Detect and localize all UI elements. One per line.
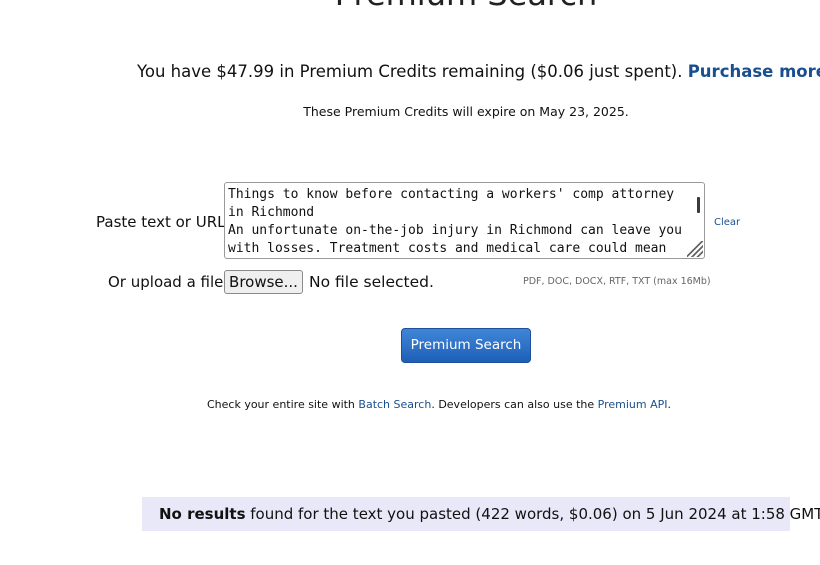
results-text: No results found for the text you pasted… [159, 505, 820, 524]
paste-text-label: Paste text or URL: [96, 213, 231, 231]
credits-expire-text: These Premium Credits will expire on May… [303, 104, 629, 119]
credits-summary: You have $47.99 in Premium Credits remai… [137, 61, 820, 83]
paste-text-area[interactable]: Things to know before contacting a worke… [224, 182, 705, 259]
browse-button[interactable]: Browse... [224, 270, 303, 294]
clear-link[interactable]: Clear [714, 216, 740, 230]
upload-file-label: Or upload a file: [108, 273, 229, 291]
paste-text-value: Things to know before contacting a worke… [228, 187, 682, 256]
textarea-scrollbar[interactable] [697, 197, 700, 213]
resize-grip-icon[interactable] [687, 241, 703, 257]
credits-text: You have $47.99 in Premium Credits remai… [137, 62, 683, 81]
purchase-more-link[interactable]: Purchase more... [688, 62, 820, 81]
batch-search-link[interactable]: Batch Search [358, 398, 431, 411]
results-bar: No results found for the text you pasted… [142, 497, 820, 531]
results-status: No results [159, 505, 246, 523]
premium-search-button[interactable]: Premium Search [401, 328, 531, 363]
file-status-text: No file selected. [309, 273, 434, 291]
page-title: Premium Search [0, 0, 820, 12]
premium-api-link[interactable]: Premium API [598, 398, 668, 411]
batch-text-after: . [667, 398, 672, 411]
file-types-hint: PDF, DOC, DOCX, RTF, TXT (max 16Mb) [523, 276, 711, 287]
batch-search-info: Check your entire site with Batch Search… [0, 397, 820, 412]
batch-text-middle: . Developers can also use the [431, 398, 598, 411]
batch-text-before: Check your entire site with [206, 398, 359, 411]
results-detail: found for the text you pasted (422 words… [245, 505, 820, 523]
page: Premium Search You have $47.99 in Premiu… [0, 0, 820, 565]
